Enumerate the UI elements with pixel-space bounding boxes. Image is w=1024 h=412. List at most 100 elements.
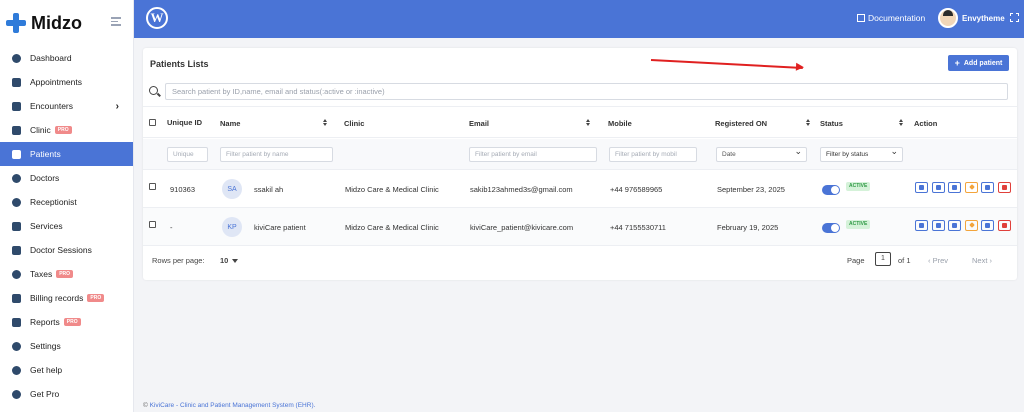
sidebar-item-label: Get Pro [30,389,60,399]
sort-icon[interactable] [323,119,328,126]
sidebar-item-encounters[interactable]: Encounters › [0,94,133,118]
sidebar-item-get-help[interactable]: Get help [0,358,133,382]
filter-row: Unique Filter patient by name Filter pat… [143,139,1017,170]
user-name[interactable]: Envytheme [962,14,1005,23]
sidebar-item-dashboard[interactable]: Dashboard [0,46,133,70]
chevron-right-icon: › [115,100,119,112]
sidebar-item-services[interactable]: Services [0,214,133,238]
edit-icon[interactable] [915,182,928,193]
sidebar-item-label: Doctors [30,173,60,183]
plus-icon: + [954,58,960,68]
sidebar-item-appointments[interactable]: Appointments [0,70,133,94]
filter-name-input[interactable]: Filter patient by name [220,147,333,162]
sidebar-item-get-pro[interactable]: Get Pro [0,382,133,406]
pro-badge: PRO [54,126,72,134]
sidebar-item-settings[interactable]: Settings [0,334,133,358]
rows-per-page-select[interactable]: 10 [220,256,228,265]
filter-unique-input[interactable]: Unique [167,147,208,162]
menu-collapse-icon[interactable] [111,17,121,27]
trash-icon[interactable] [997,182,1011,193]
sidebar-item-reports[interactable]: Reports PRO [0,310,133,334]
cell-email: kiviCare_patient@kivicare.com [470,222,574,232]
sidebar-item-label: Services [30,221,63,231]
sidebar-item-label: Settings [30,341,61,351]
fullscreen-icon[interactable] [1010,13,1019,22]
document-icon[interactable] [948,220,961,231]
row-checkbox[interactable] [149,221,156,228]
calendar-icon[interactable] [931,220,945,231]
row-checkbox[interactable] [149,183,156,190]
list-icon [12,221,21,231]
rows-per-page-label: Rows per page: [152,256,205,265]
filter-mobile-input[interactable]: Filter patient by mobil [609,147,697,162]
send-icon[interactable] [964,220,978,231]
calendar-icon [12,77,21,87]
page-number-input[interactable]: 1 [875,252,891,266]
column-clinic[interactable]: Clinic [344,107,364,139]
sidebar-item-label: Encounters [30,101,73,111]
column-mobile[interactable]: Mobile [608,107,632,139]
prev-page-button[interactable]: ‹ Prev [928,256,948,265]
calendar-check-icon [12,101,21,111]
sidebar-item-patients[interactable]: Patients [0,142,133,166]
wordpress-logo-icon[interactable]: W [146,7,168,29]
filter-status-select[interactable]: Filter by status [820,145,903,162]
sidebar-item-taxes[interactable]: Taxes PRO [0,262,133,286]
filter-email-input[interactable]: Filter patient by email [469,147,597,162]
table-row[interactable]: - KP kiviCare patient Midzo Care & Medic… [143,208,1017,246]
sidebar-item-doctor-sessions[interactable]: Doctor Sessions [0,238,133,262]
cell-email: sakib123ahmed3s@gmail.com [470,184,573,194]
footer-link[interactable]: KiviCare - Clinic and Patient Management… [150,402,316,409]
sidebar-item-label: Receptionist [30,197,77,207]
cell-mobile: +44 976589965 [610,184,663,194]
sort-icon[interactable] [586,119,591,126]
sort-icon[interactable] [899,119,904,126]
table-row[interactable]: 910363 SA ssakil ah Midzo Care & Medical… [143,170,1017,208]
add-patient-label: Add patient [963,59,1003,67]
search-input[interactable]: Search patient by ID,name, email and sta… [165,83,1008,100]
sidebar-item-label: Billing records [30,293,84,303]
status-toggle[interactable] [822,185,840,195]
table-header: Unique ID Name Clinic Email Mobile Regis… [143,106,1017,138]
documentation-link[interactable]: Documentation [857,13,925,23]
sidebar-item-label: Appointments [30,77,82,87]
sidebar-item-receptionist[interactable]: Receptionist [0,190,133,214]
document-icon[interactable] [948,182,961,193]
caret-down-icon[interactable] [232,259,238,263]
column-status[interactable]: Status [820,107,843,139]
column-email[interactable]: Email [469,107,489,139]
column-registered-on[interactable]: Registered ON [715,107,767,139]
sidebar-item-label: Dashboard [30,53,72,63]
avatar[interactable] [938,8,958,28]
sidebar-item-clinic[interactable]: Clinic PRO [0,118,133,142]
page-of-label: of 1 [898,256,911,265]
status-toggle[interactable] [822,223,840,233]
sidebar-item-billing-records[interactable]: Billing records PRO [0,286,133,310]
next-page-button[interactable]: Next › [972,256,992,265]
user-icon[interactable] [981,182,994,193]
copyright-symbol: © [143,402,148,409]
sidebar: Midzo Dashboard Appointments Encounters ›… [0,0,134,412]
footer-copyright: © KiviCare - Clinic and Patient Manageme… [143,402,315,409]
help-icon [12,365,21,375]
filter-date-input[interactable]: Date [716,145,807,162]
cell-mobile: +44 7155530711 [610,222,666,232]
users-icon [12,197,21,207]
dashboard-icon [12,53,21,63]
calendar-icon[interactable] [931,182,945,193]
patients-card: Patients Lists + Add patient Search patie… [143,48,1017,280]
trash-icon[interactable] [997,220,1011,231]
select-all-checkbox[interactable] [149,119,156,126]
user-icon[interactable] [981,220,994,231]
sidebar-item-label: Patients [30,149,61,159]
cell-clinic: Midzo Care & Medical Clinic [345,222,439,232]
column-unique-id[interactable]: Unique ID [167,107,207,139]
send-icon[interactable] [964,182,978,193]
sidebar-item-doctors[interactable]: Doctors [0,166,133,190]
sort-icon[interactable] [806,119,811,126]
edit-icon[interactable] [915,220,928,231]
page-label: Page [847,256,865,265]
column-name[interactable]: Name [220,107,240,139]
add-patient-button[interactable]: + Add patient [948,55,1009,71]
row-actions [915,182,1014,193]
